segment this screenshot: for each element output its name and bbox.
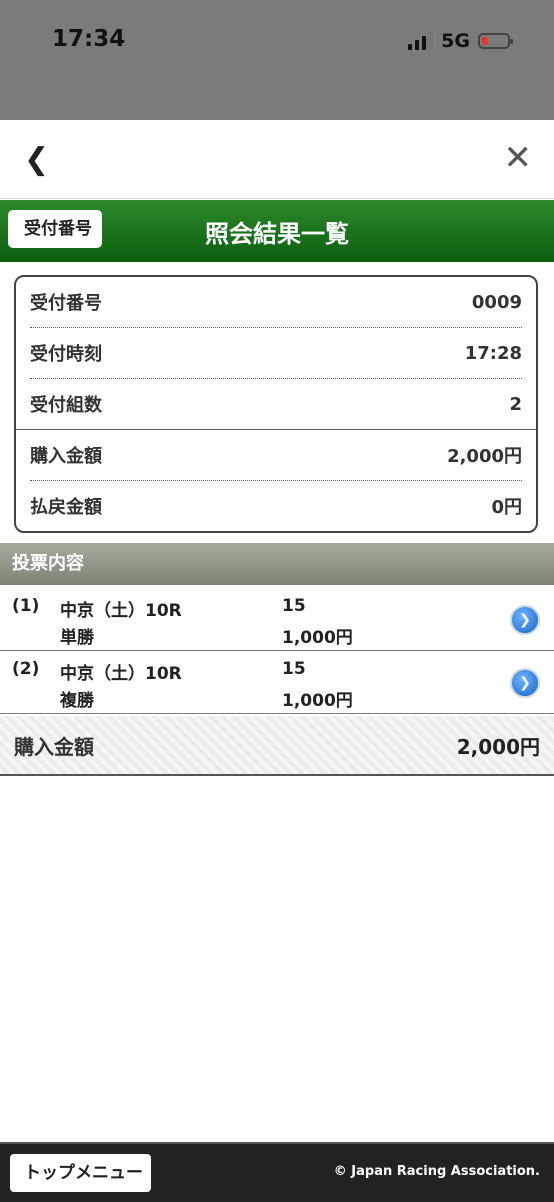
- bet-type: 単勝: [60, 628, 94, 648]
- status-indicators: 5G: [408, 30, 513, 52]
- bet-type: 複勝: [60, 691, 94, 711]
- page-header: 受付番号 照会結果一覧: [0, 200, 554, 262]
- bet-horse-number: 15: [282, 659, 306, 679]
- close-icon[interactable]: ✕: [504, 138, 533, 178]
- info-label: 受付時刻: [30, 344, 102, 365]
- bet-amount: 1,000円: [282, 691, 353, 711]
- signal-icon: [408, 32, 434, 50]
- info-row-purchase-amount: 購入金額 2,000円: [30, 430, 522, 481]
- chevron-right-icon[interactable]: ❯: [510, 605, 540, 635]
- bet-row[interactable]: (2) 中京（土）10R 複勝 15 1,000円 ❯: [0, 651, 554, 714]
- total-label: 購入金額: [14, 735, 94, 759]
- info-label: 払戻金額: [30, 497, 102, 518]
- bet-number: (2): [12, 659, 40, 679]
- receipt-info-box: 受付番号 0009 受付時刻 17:28 受付組数 2 購入金額 2,000円 …: [14, 275, 538, 533]
- bet-row[interactable]: (1) 中京（土）10R 単勝 15 1,000円 ❯: [0, 588, 554, 651]
- bet-number: (1): [12, 596, 40, 616]
- info-value: 0009: [471, 291, 522, 313]
- bet-amount: 1,000円: [282, 628, 353, 648]
- info-row-receipt-number: 受付番号 0009: [30, 277, 522, 328]
- info-label: 購入金額: [30, 446, 102, 467]
- battery-icon: [478, 33, 513, 49]
- section-header-bet-contents: 投票内容: [0, 543, 554, 585]
- info-row-payout-amount: 払戻金額 0円: [30, 481, 522, 531]
- sheet-nav: ❮ ✕: [0, 120, 554, 199]
- status-bar: 17:34 5G: [0, 0, 554, 120]
- info-value: 2,000円: [447, 446, 522, 467]
- copyright: © Japan Racing Association.: [333, 1164, 540, 1179]
- info-value: 17:28: [464, 342, 522, 364]
- chevron-right-icon[interactable]: ❯: [510, 668, 540, 698]
- network-type: 5G: [441, 30, 470, 52]
- info-row-bet-count: 受付組数 2: [16, 379, 536, 430]
- info-label: 受付番号: [30, 293, 102, 314]
- total-value: 2,000円: [456, 735, 540, 759]
- info-value: 2: [509, 393, 522, 415]
- chevron-left-icon[interactable]: ❮: [24, 142, 49, 177]
- info-value: 0円: [491, 497, 522, 518]
- info-label: 受付組数: [30, 395, 102, 416]
- footer: トップメニュー © Japan Racing Association.: [0, 1142, 554, 1202]
- bet-race: 中京（土）10R: [60, 664, 182, 684]
- bet-horse-number: 15: [282, 596, 306, 616]
- modal-sheet: ❮ ✕ 受付番号 照会結果一覧 受付番号 0009 受付時刻 17:28 受付組…: [0, 120, 554, 1202]
- info-row-receipt-time: 受付時刻 17:28: [30, 328, 522, 379]
- top-menu-button[interactable]: トップメニュー: [10, 1154, 151, 1192]
- page-title: 照会結果一覧: [205, 220, 349, 248]
- bet-race: 中京（土）10R: [60, 601, 182, 621]
- total-row: 購入金額 2,000円: [0, 716, 554, 776]
- status-time: 17:34: [52, 26, 126, 52]
